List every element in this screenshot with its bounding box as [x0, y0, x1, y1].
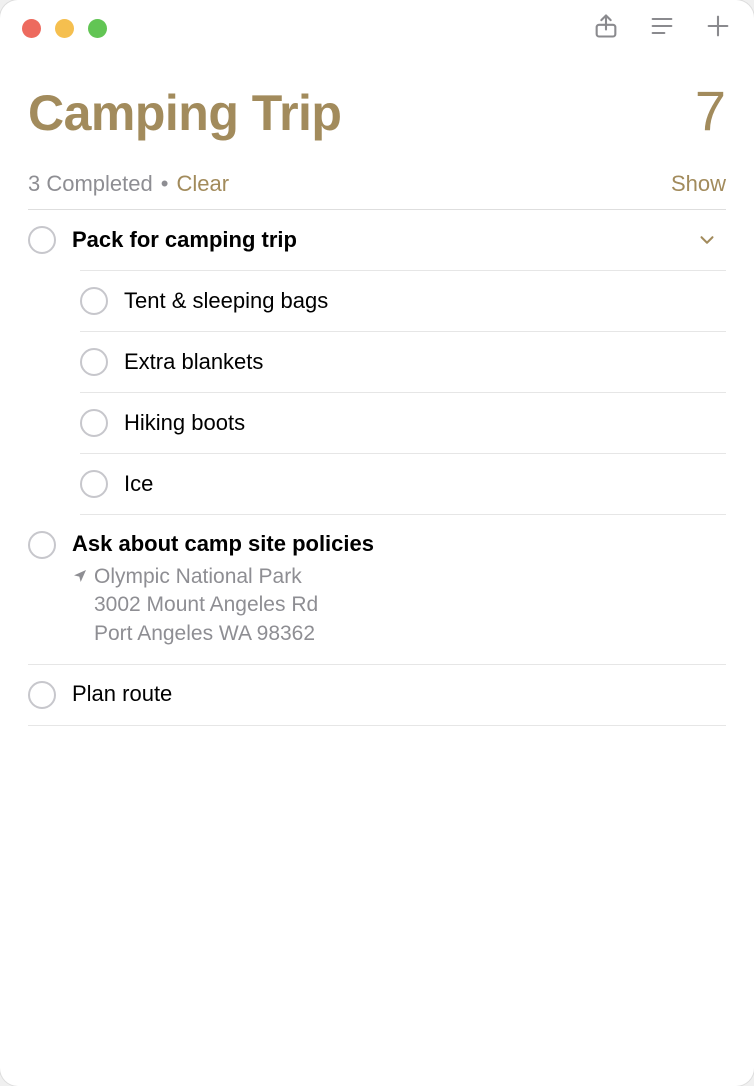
- reminder-title: Pack for camping trip: [72, 211, 696, 269]
- location-city: Port Angeles WA 98362: [94, 620, 318, 648]
- subtask-item[interactable]: Tent & sleeping bags: [80, 270, 726, 332]
- subtask-title: Extra blankets: [124, 333, 726, 391]
- location-name: Olympic National Park: [94, 563, 318, 591]
- window-controls: [22, 19, 107, 38]
- reminder-checkbox[interactable]: [80, 287, 108, 315]
- location-address: Olympic National Park 3002 Mount Angeles…: [94, 563, 318, 648]
- separator-dot: •: [161, 171, 169, 197]
- location-street: 3002 Mount Angeles Rd: [94, 591, 318, 619]
- reminder-checkbox[interactable]: [28, 226, 56, 254]
- titlebar: [0, 0, 754, 56]
- subtask-group: Tent & sleeping bags Extra blankets Hiki…: [28, 270, 726, 515]
- reminder-checkbox[interactable]: [28, 531, 56, 559]
- reminder-item[interactable]: Ask about camp site policies Olympic Nat…: [28, 515, 726, 665]
- list-header: Camping Trip 7: [28, 78, 726, 143]
- reminder-title: Ask about camp site policies: [72, 531, 726, 557]
- show-button[interactable]: Show: [671, 171, 726, 197]
- clear-button[interactable]: Clear: [176, 171, 229, 197]
- reminder-location: Olympic National Park 3002 Mount Angeles…: [72, 563, 726, 648]
- status-row: 3 Completed • Clear Show: [28, 171, 726, 197]
- reminder-checkbox[interactable]: [80, 470, 108, 498]
- reminder-checkbox[interactable]: [28, 681, 56, 709]
- reminder-body: Ask about camp site policies Olympic Nat…: [72, 515, 726, 664]
- list-view-icon[interactable]: [648, 12, 676, 45]
- toolbar: [592, 12, 732, 45]
- subtask-item[interactable]: Extra blankets: [80, 332, 726, 393]
- reminders-window: Camping Trip 7 3 Completed • Clear Show …: [0, 0, 754, 1086]
- subtask-title: Tent & sleeping bags: [124, 272, 726, 330]
- subtask-item[interactable]: Ice: [80, 454, 726, 515]
- subtask-title: Hiking boots: [124, 394, 726, 452]
- reminder-item[interactable]: Plan route: [28, 665, 726, 726]
- reminder-title: Plan route: [72, 665, 726, 723]
- list-title: Camping Trip: [28, 84, 341, 142]
- reminder-list: Pack for camping trip Tent & sleeping ba…: [28, 210, 726, 726]
- list-count: 7: [695, 78, 726, 143]
- reminder-item[interactable]: Pack for camping trip: [28, 210, 726, 270]
- share-icon[interactable]: [592, 12, 620, 45]
- reminder-checkbox[interactable]: [80, 348, 108, 376]
- subtask-item[interactable]: Hiking boots: [80, 393, 726, 454]
- chevron-down-icon[interactable]: [696, 229, 726, 251]
- content-area: Camping Trip 7 3 Completed • Clear Show …: [0, 56, 754, 1086]
- zoom-window-button[interactable]: [88, 19, 107, 38]
- subtask-title: Ice: [124, 455, 726, 513]
- close-window-button[interactable]: [22, 19, 41, 38]
- minimize-window-button[interactable]: [55, 19, 74, 38]
- reminder-checkbox[interactable]: [80, 409, 108, 437]
- add-icon[interactable]: [704, 12, 732, 45]
- completed-count: 3 Completed: [28, 171, 153, 197]
- location-icon: [72, 566, 88, 590]
